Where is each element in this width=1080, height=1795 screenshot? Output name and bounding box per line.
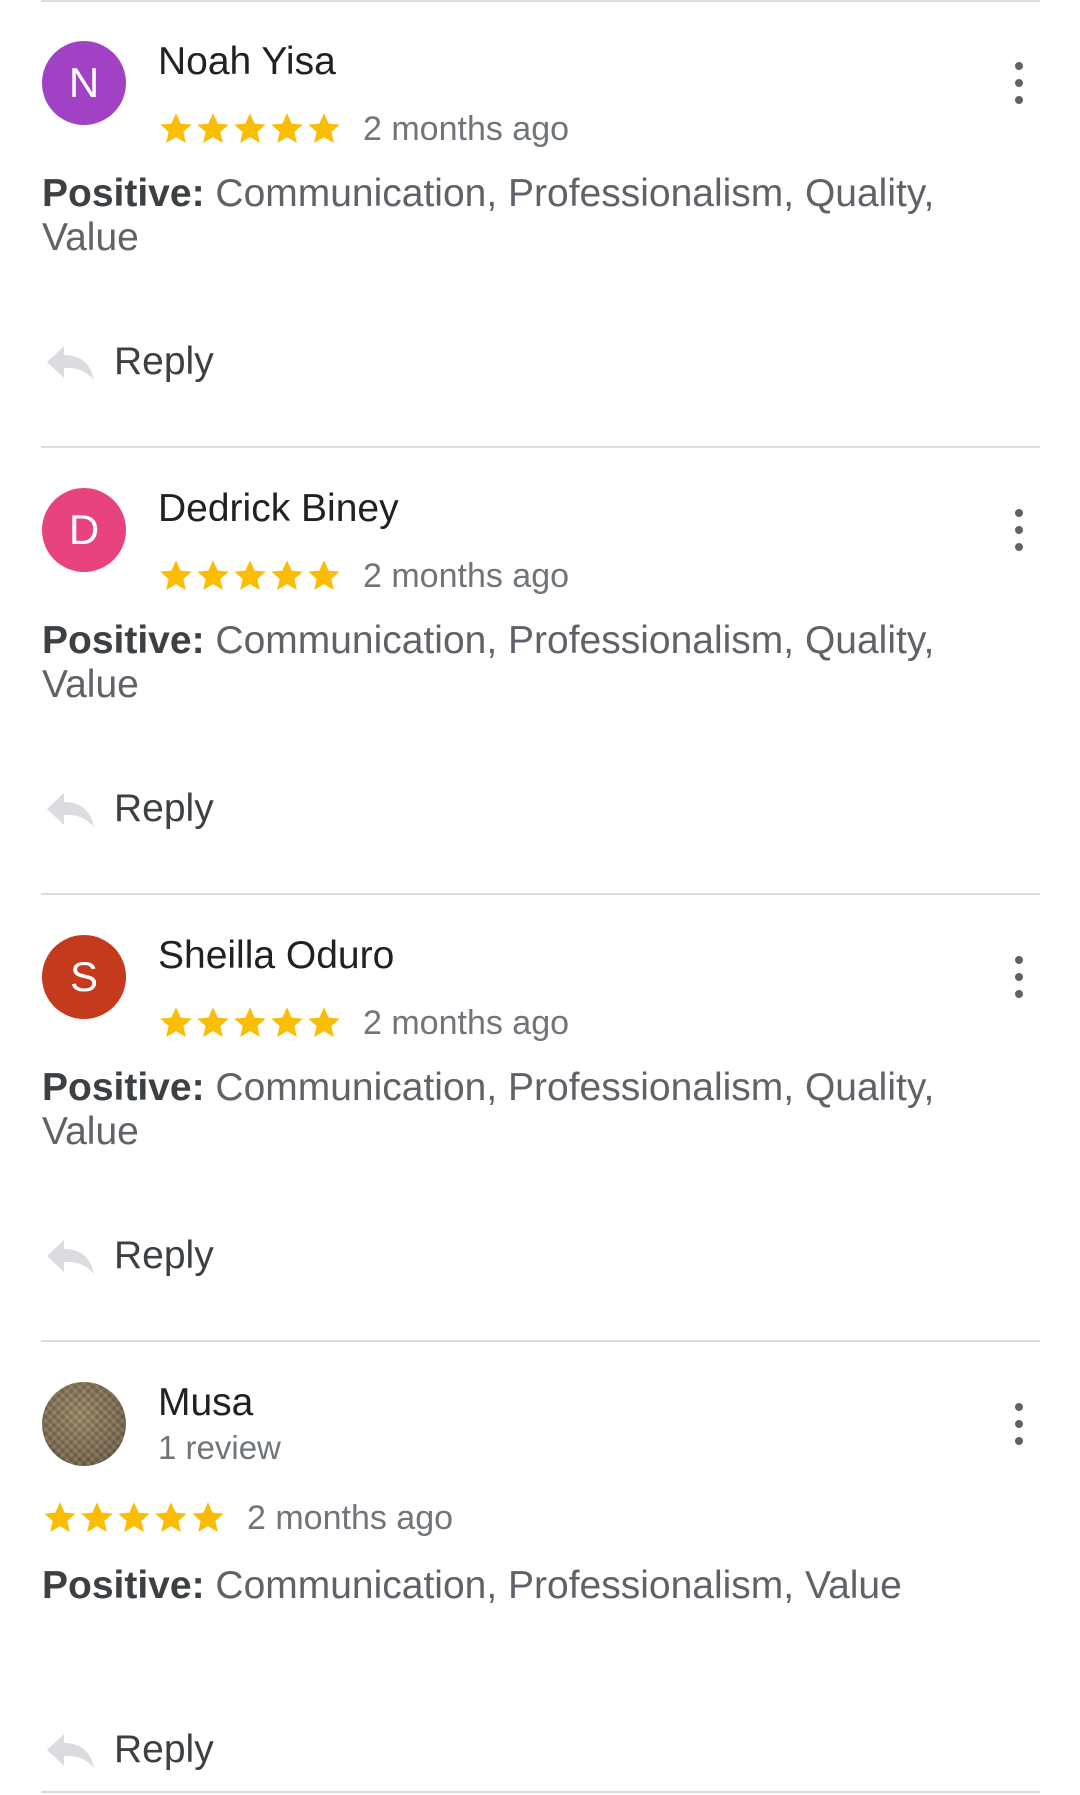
review-card: D Dedrick Biney 2 months ago Positive: C… xyxy=(0,447,1080,894)
star-icon xyxy=(118,1502,150,1533)
more-vert-icon xyxy=(1015,1403,1023,1411)
reply-button[interactable]: Reply xyxy=(44,1724,214,1776)
reply-arrow-icon xyxy=(47,793,94,827)
reply-label[interactable]: Reply xyxy=(114,340,214,384)
reply-button[interactable]: Reply xyxy=(44,1230,214,1282)
star-icon xyxy=(271,113,303,144)
more-options-button[interactable] xyxy=(990,950,1046,1006)
positive-label: Positive: xyxy=(42,1564,205,1607)
reply-label[interactable]: Reply xyxy=(114,1728,214,1772)
star-icon xyxy=(81,1502,113,1533)
star-icon xyxy=(234,113,266,144)
star-icon xyxy=(271,560,303,591)
reviewer-name[interactable]: Noah Yisa xyxy=(158,40,336,84)
more-vert-icon-dot xyxy=(1015,1420,1023,1428)
reply-button[interactable]: Reply xyxy=(44,783,214,835)
rating-row: 2 months ago xyxy=(42,1496,453,1540)
reviewer-name[interactable]: Musa xyxy=(158,1381,253,1425)
more-vert-icon-dot xyxy=(1015,96,1023,104)
review-card: Musa 1 review 2 months ago Positive: Com… xyxy=(0,1341,1080,1788)
more-vert-icon xyxy=(1015,62,1023,70)
review-date: 2 months ago xyxy=(363,109,570,148)
reply-arrow-icon xyxy=(47,346,94,380)
reviewer-name[interactable]: Sheilla Oduro xyxy=(158,934,394,978)
star-icon xyxy=(234,1007,266,1038)
star-icon xyxy=(234,560,266,591)
star-icon xyxy=(308,560,340,591)
star-icon xyxy=(44,1502,76,1533)
star-rating xyxy=(158,111,343,147)
review-text: Positive: Communication, Professionalism… xyxy=(42,172,982,260)
star-rating xyxy=(158,1005,343,1041)
star-icon xyxy=(271,1007,303,1038)
star-rating xyxy=(158,558,343,594)
divider xyxy=(41,1791,1040,1793)
star-icon xyxy=(160,560,192,591)
star-icon xyxy=(155,1502,187,1533)
more-vert-icon-dot xyxy=(1015,543,1023,551)
more-vert-icon-dot xyxy=(1015,990,1023,998)
star-icon xyxy=(308,1007,340,1038)
star-icon xyxy=(192,1502,224,1533)
positive-label: Positive: xyxy=(42,1066,205,1109)
reply-label[interactable]: Reply xyxy=(114,1234,214,1278)
more-vert-icon-dot xyxy=(1015,79,1023,87)
star-icon xyxy=(197,560,229,591)
star-icon xyxy=(160,1007,192,1038)
more-vert-icon xyxy=(1015,956,1023,964)
rating-row: 2 months ago xyxy=(158,107,569,151)
reply-label[interactable]: Reply xyxy=(114,787,214,831)
reply-arrow-icon xyxy=(47,1240,94,1274)
star-icon xyxy=(308,113,340,144)
review-date: 2 months ago xyxy=(247,1498,454,1537)
positive-label: Positive: xyxy=(42,172,205,215)
rating-row: 2 months ago xyxy=(158,1001,569,1045)
star-icon xyxy=(197,1007,229,1038)
more-options-button[interactable] xyxy=(990,56,1046,112)
star-icon xyxy=(160,113,192,144)
more-vert-icon-dot xyxy=(1015,526,1023,534)
review-count[interactable]: 1 review xyxy=(158,1429,281,1467)
reply-button[interactable]: Reply xyxy=(44,336,214,388)
more-vert-icon-dot xyxy=(1015,973,1023,981)
review-date: 2 months ago xyxy=(363,556,570,595)
review-text: Positive: Communication, Professionalism… xyxy=(42,1564,982,1608)
positive-label: Positive: xyxy=(42,619,205,662)
reply-arrow-icon xyxy=(47,1734,94,1768)
more-vert-icon-dot xyxy=(1015,1437,1023,1445)
avatar[interactable]: N xyxy=(42,41,126,125)
star-icon xyxy=(197,113,229,144)
star-rating xyxy=(42,1500,227,1536)
avatar[interactable] xyxy=(42,1382,126,1466)
more-options-button[interactable] xyxy=(990,1397,1046,1453)
avatar[interactable]: S xyxy=(42,935,126,1019)
review-text: Positive: Communication, Professionalism… xyxy=(42,1066,982,1154)
review-text: Positive: Communication, Professionalism… xyxy=(42,619,982,707)
rating-row: 2 months ago xyxy=(158,554,569,598)
review-card: N Noah Yisa 2 months ago Positive: Commu… xyxy=(0,0,1080,447)
avatar[interactable]: D xyxy=(42,488,126,572)
review-date: 2 months ago xyxy=(363,1003,570,1042)
more-vert-icon xyxy=(1015,509,1023,517)
reviewer-name[interactable]: Dedrick Biney xyxy=(158,487,399,531)
positive-attributes: Communication, Professionalism, Value xyxy=(215,1564,902,1607)
review-card: S Sheilla Oduro 2 months ago Positive: C… xyxy=(0,894,1080,1341)
more-options-button[interactable] xyxy=(990,503,1046,559)
